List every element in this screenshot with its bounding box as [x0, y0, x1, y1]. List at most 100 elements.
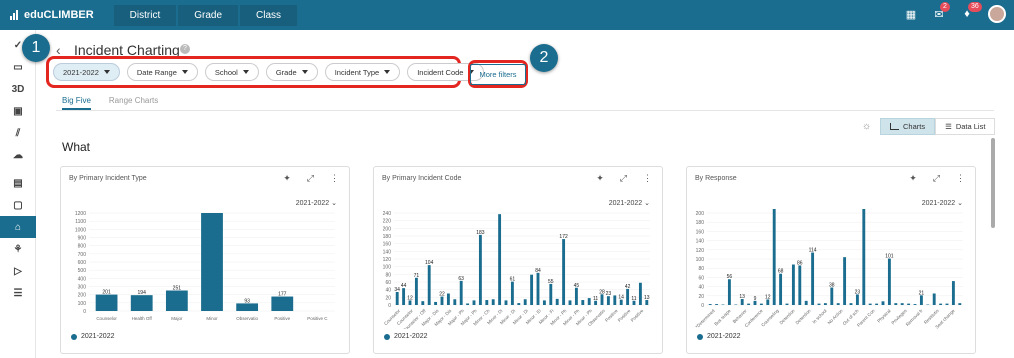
- sidebar-item-calendar[interactable]: ▤: [0, 172, 36, 194]
- pin-icon[interactable]: ✦: [283, 173, 291, 184]
- sidebar-item-send[interactable]: ▷: [0, 260, 36, 282]
- bar[interactable]: [523, 299, 527, 305]
- year-select[interactable]: 2021-2022 ⌄: [609, 199, 650, 207]
- bar[interactable]: [510, 281, 514, 305]
- filter-school[interactable]: School: [204, 63, 259, 81]
- bar[interactable]: [939, 303, 943, 305]
- bar[interactable]: [855, 294, 859, 305]
- bar[interactable]: [446, 293, 450, 306]
- bar[interactable]: [491, 299, 495, 305]
- bar[interactable]: [536, 272, 540, 305]
- bar[interactable]: [862, 209, 866, 305]
- bar[interactable]: [887, 258, 891, 305]
- bar[interactable]: [165, 290, 188, 311]
- bar[interactable]: [459, 280, 463, 305]
- bar[interactable]: [945, 303, 949, 305]
- bar[interactable]: [868, 303, 872, 305]
- bar[interactable]: [472, 300, 476, 305]
- bar[interactable]: [907, 303, 911, 305]
- filter-year[interactable]: 2021-2022: [53, 63, 120, 81]
- bar[interactable]: [453, 299, 457, 305]
- more-icon[interactable]: ⋮: [643, 173, 652, 184]
- bar[interactable]: [798, 265, 802, 305]
- more-icon[interactable]: ⋮: [330, 173, 339, 184]
- bar[interactable]: [759, 303, 763, 305]
- bar[interactable]: [271, 296, 294, 311]
- bar[interactable]: [811, 252, 815, 305]
- filter-incident-type[interactable]: Incident Type: [324, 63, 401, 81]
- year-select[interactable]: 2021-2022 ⌄: [296, 199, 337, 207]
- expand-icon[interactable]: ⤢: [307, 173, 314, 184]
- bar[interactable]: [568, 300, 572, 305]
- nav-district[interactable]: District: [113, 4, 177, 26]
- sidebar-item-list[interactable]: ☰: [0, 282, 36, 304]
- bar[interactable]: [747, 303, 751, 305]
- bar[interactable]: [587, 298, 591, 305]
- bar[interactable]: [395, 291, 399, 305]
- pin-icon[interactable]: ✦: [909, 173, 917, 184]
- bar[interactable]: [900, 303, 904, 305]
- bar[interactable]: [517, 303, 521, 305]
- bar[interactable]: [427, 265, 431, 305]
- bar[interactable]: [932, 293, 936, 306]
- app-logo[interactable]: eduCLIMBER: [10, 9, 94, 21]
- bar[interactable]: [727, 279, 731, 305]
- expand-icon[interactable]: ⤢: [620, 173, 627, 184]
- bar[interactable]: [830, 287, 834, 305]
- bar[interactable]: [414, 277, 418, 305]
- help-icon[interactable]: ?: [180, 44, 190, 54]
- tab-range-charts[interactable]: Range Charts: [109, 96, 158, 110]
- bar[interactable]: [817, 303, 821, 305]
- messages-icon[interactable]: ✉ 2: [932, 2, 950, 21]
- bar[interactable]: [555, 298, 559, 305]
- bar[interactable]: [791, 264, 795, 305]
- bar[interactable]: [919, 295, 923, 305]
- lightbulb-icon[interactable]: ☼: [862, 121, 871, 132]
- bar[interactable]: [562, 239, 566, 305]
- sidebar-item-incidents[interactable]: ⌂: [0, 216, 36, 238]
- bar[interactable]: [402, 288, 406, 305]
- bar[interactable]: [958, 303, 962, 305]
- avatar[interactable]: [988, 5, 1006, 23]
- bar[interactable]: [875, 303, 879, 305]
- bar[interactable]: [779, 273, 783, 305]
- scrollbar[interactable]: [991, 138, 995, 228]
- bar[interactable]: [715, 304, 719, 305]
- sidebar-item-groups[interactable]: ⚘: [0, 238, 36, 260]
- bar[interactable]: [574, 287, 578, 305]
- bar[interactable]: [236, 303, 259, 311]
- data-list-button[interactable]: ☰ Data List: [935, 118, 996, 135]
- bar[interactable]: [626, 288, 630, 305]
- calendar-icon[interactable]: ▦: [904, 7, 918, 21]
- bar[interactable]: [804, 300, 808, 305]
- bar[interactable]: [498, 214, 502, 305]
- bar[interactable]: [708, 304, 712, 305]
- bar[interactable]: [466, 303, 470, 305]
- filter-date-range[interactable]: Date Range: [126, 63, 198, 81]
- sidebar-item-analytics[interactable]: ⫽: [0, 122, 36, 144]
- bar[interactable]: [836, 303, 840, 305]
- bar[interactable]: [201, 213, 223, 311]
- bar[interactable]: [130, 295, 153, 311]
- bar[interactable]: [772, 209, 776, 305]
- bar[interactable]: [606, 296, 610, 305]
- bar[interactable]: [823, 303, 827, 305]
- bar[interactable]: [600, 294, 604, 305]
- bar[interactable]: [542, 300, 546, 305]
- more-icon[interactable]: ⋮: [956, 173, 965, 184]
- nav-grade[interactable]: Grade: [178, 4, 239, 26]
- bar[interactable]: [95, 294, 118, 311]
- bar[interactable]: [478, 234, 482, 305]
- bar[interactable]: [638, 282, 642, 305]
- sidebar-item-screen[interactable]: ▣: [0, 100, 36, 122]
- sidebar-item-clipboard[interactable]: ▢: [0, 194, 36, 216]
- sidebar-item-3d[interactable]: 3D: [0, 78, 36, 100]
- bar[interactable]: [421, 301, 425, 305]
- year-select[interactable]: 2021-2022 ⌄: [922, 199, 963, 207]
- bar[interactable]: [549, 283, 553, 305]
- bar[interactable]: [613, 295, 617, 305]
- bar[interactable]: [504, 300, 508, 305]
- more-filters-button[interactable]: More filters: [470, 63, 526, 85]
- tab-big-five[interactable]: Big Five: [62, 96, 91, 110]
- charts-button[interactable]: Charts: [880, 118, 936, 135]
